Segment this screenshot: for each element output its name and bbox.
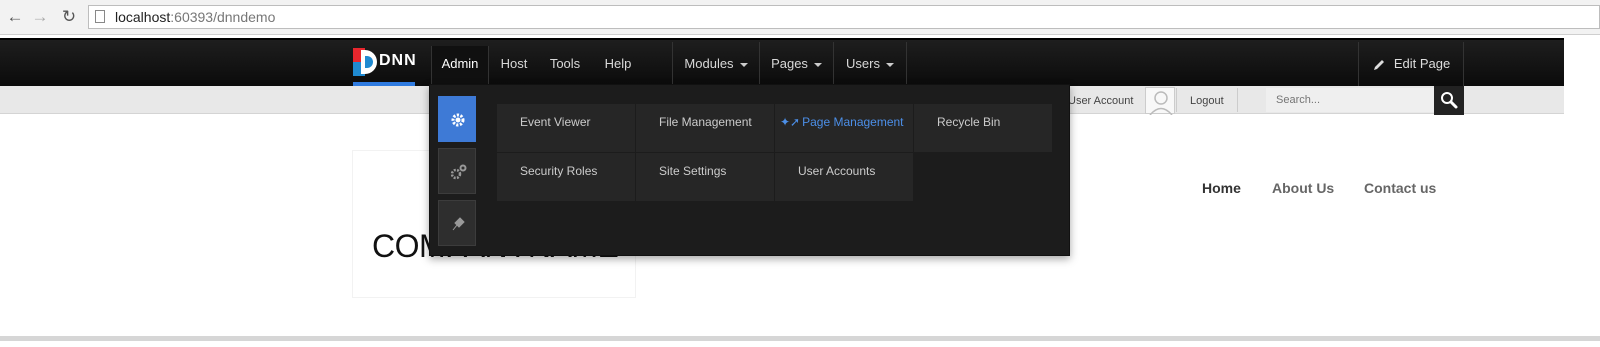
- pin-icon: [452, 217, 465, 231]
- user-account-link[interactable]: User Account: [1068, 95, 1133, 107]
- menu-divider: [906, 42, 907, 86]
- menu-pages[interactable]: Pages: [760, 46, 833, 84]
- browser-toolbar: ← → ↻ localhost:60393/dnndemo: [0, 0, 1600, 35]
- page-icon: [95, 10, 105, 23]
- page-edge: [1564, 36, 1600, 336]
- avatar[interactable]: [1145, 87, 1175, 116]
- reload-icon[interactable]: ↻: [59, 7, 79, 27]
- side-tab-bookmarks[interactable]: [438, 200, 476, 246]
- admin-item-site-settings[interactable]: Site Settings: [636, 153, 774, 201]
- admin-item-page-management[interactable]: ✦➚ Page Management: [775, 104, 913, 152]
- admin-mega-menu: Event Viewer File Management ✦➚ Page Mana…: [429, 84, 1070, 256]
- user-bar-divider: [1176, 88, 1177, 112]
- url-text: localhost:60393/dnndemo: [115, 9, 276, 25]
- admin-item-page-management-label: Page Management: [802, 115, 904, 129]
- user-bar-divider: [1237, 88, 1238, 112]
- caret-down-icon: [813, 62, 822, 67]
- menu-host[interactable]: Host: [492, 46, 536, 84]
- edit-page-label: Edit Page: [1393, 56, 1451, 71]
- forward-arrow-icon[interactable]: →: [30, 7, 50, 27]
- search-button[interactable]: [1434, 86, 1464, 115]
- gear-icon: [451, 113, 465, 127]
- menu-users-label: Users: [846, 56, 880, 71]
- dnn-logo-icon: [353, 48, 377, 76]
- admin-item-recycle-bin[interactable]: Recycle Bin: [914, 104, 1052, 152]
- menu-pages-label: Pages: [771, 56, 808, 71]
- side-tab-common-settings[interactable]: [438, 96, 476, 142]
- menu-modules[interactable]: Modules: [673, 46, 759, 84]
- site-nav-contact-us[interactable]: Contact us: [1364, 180, 1436, 196]
- search-input[interactable]: [1266, 88, 1434, 112]
- side-tab-advanced-settings[interactable]: [438, 148, 476, 194]
- menu-modules-label: Modules: [684, 56, 734, 71]
- dnn-logo-text: DNN: [379, 52, 417, 69]
- menu-admin[interactable]: Admin: [431, 46, 489, 84]
- logout-link[interactable]: Logout: [1190, 95, 1224, 107]
- edit-page-button[interactable]: Edit Page: [1358, 42, 1464, 86]
- gears-icon: [450, 164, 467, 180]
- sparkle-icon: ✦➚: [780, 115, 801, 129]
- back-arrow-icon[interactable]: ←: [5, 7, 25, 27]
- menu-help[interactable]: Help: [597, 46, 639, 84]
- search-icon: [1441, 92, 1458, 109]
- admin-item-file-management[interactable]: File Management: [636, 104, 774, 152]
- menu-tools[interactable]: Tools: [542, 46, 588, 84]
- pencil-icon: [1373, 59, 1384, 70]
- site-nav-about-us[interactable]: About Us: [1272, 180, 1334, 196]
- admin-item-user-accounts[interactable]: User Accounts: [775, 153, 913, 201]
- admin-item-security-roles[interactable]: Security Roles: [497, 153, 635, 201]
- menu-users[interactable]: Users: [834, 46, 906, 84]
- dnn-logo[interactable]: DNN: [353, 46, 417, 86]
- caret-down-icon: [885, 62, 894, 67]
- user-silhouette-icon: [1149, 91, 1173, 116]
- admin-item-event-viewer[interactable]: Event Viewer: [497, 104, 635, 152]
- footer-divider: [0, 336, 1600, 341]
- site-nav-home[interactable]: Home: [1202, 180, 1241, 196]
- address-bar[interactable]: localhost:60393/dnndemo: [88, 5, 1600, 29]
- caret-down-icon: [739, 62, 748, 67]
